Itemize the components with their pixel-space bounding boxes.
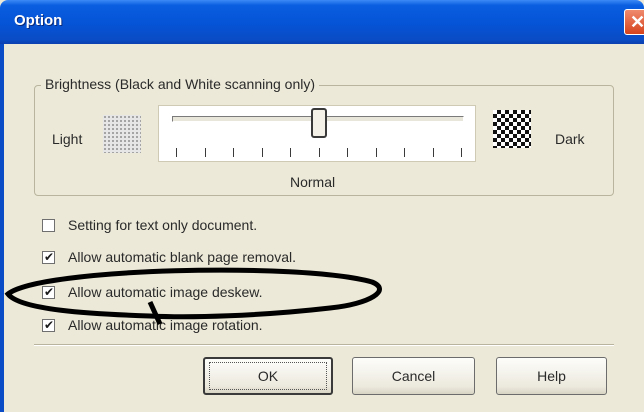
slider-tick bbox=[461, 148, 462, 157]
slider-tick bbox=[318, 148, 320, 157]
normal-label: Normal bbox=[290, 174, 336, 190]
slider-tick bbox=[233, 148, 234, 157]
checkmark-icon: ✔ bbox=[44, 318, 55, 332]
checkbox[interactable]: ✔ bbox=[42, 250, 55, 264]
checkmark-icon: ✔ bbox=[44, 250, 55, 264]
checkbox[interactable]: ✔ bbox=[42, 318, 55, 332]
dark-label: Dark bbox=[555, 131, 585, 147]
close-button[interactable]: ✕ bbox=[624, 9, 644, 35]
help-button[interactable]: Help bbox=[496, 357, 607, 395]
slider-tick bbox=[375, 148, 377, 157]
checkbox[interactable]: ✔ bbox=[42, 285, 55, 299]
separator bbox=[34, 344, 614, 346]
light-pattern-icon bbox=[103, 115, 141, 153]
slider-tick bbox=[261, 148, 263, 157]
slider-tick bbox=[432, 148, 434, 157]
title-bar[interactable]: Option ✕ bbox=[0, 0, 644, 44]
slider-tick bbox=[290, 148, 291, 157]
cancel-button[interactable]: Cancel bbox=[352, 357, 475, 395]
checkbox[interactable] bbox=[42, 219, 55, 232]
option-label[interactable]: Setting for text only document. bbox=[68, 217, 257, 233]
light-label: Light bbox=[52, 131, 83, 147]
highlight-ellipse-annotation bbox=[4, 267, 382, 326]
close-icon: ✕ bbox=[630, 12, 644, 32]
brightness-group-label: Brightness (Black and White scanning onl… bbox=[41, 76, 320, 92]
slider-tick bbox=[347, 148, 348, 157]
window-frame bbox=[0, 44, 4, 412]
slider-tick bbox=[404, 148, 405, 157]
option-label[interactable]: Allow automatic image rotation. bbox=[68, 317, 263, 333]
checkmark-icon: ✔ bbox=[44, 285, 55, 299]
dark-pattern-icon bbox=[493, 110, 531, 148]
window-title: Option bbox=[14, 12, 63, 29]
slider-thumb[interactable] bbox=[310, 108, 327, 138]
ok-button[interactable]: OK bbox=[203, 357, 333, 395]
option-label[interactable]: Allow automatic image deskew. bbox=[68, 284, 263, 300]
slider-tick bbox=[176, 148, 177, 157]
option-dialog: Option ✕ Brightness (Black and White sca… bbox=[0, 0, 644, 412]
slider-tick bbox=[204, 148, 206, 157]
option-label[interactable]: Allow automatic blank page removal. bbox=[68, 249, 296, 265]
ok-button-label[interactable]: OK bbox=[209, 362, 327, 390]
